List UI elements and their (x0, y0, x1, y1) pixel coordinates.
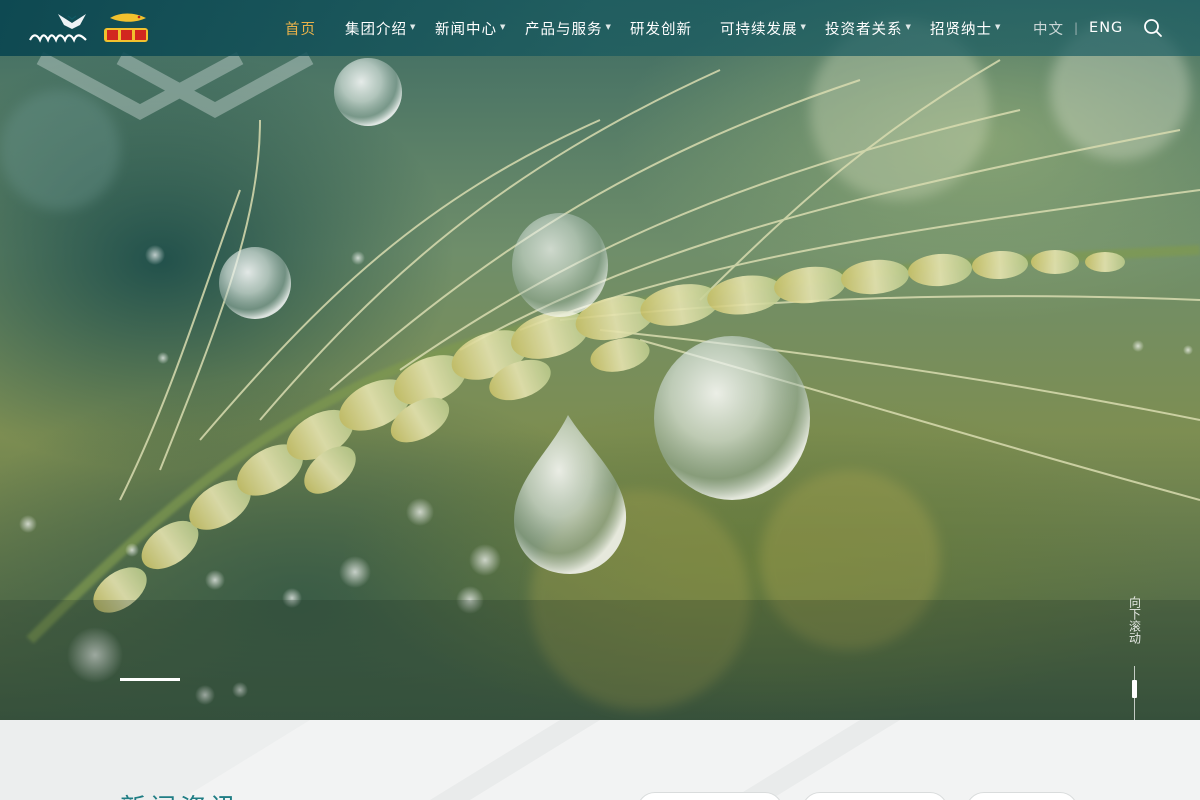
chevron-down-icon: ▼ (905, 23, 912, 31)
news-tab-1[interactable] (637, 792, 783, 800)
nav-item-group-intro[interactable]: 集团介绍 ▼ (345, 0, 435, 56)
chevron-down-icon: ▼ (995, 23, 1002, 31)
nav-item-investor-relations[interactable]: 投资者关系 ▼ (825, 0, 930, 56)
top-navbar: 首页 集团介绍 ▼ 新闻中心 ▼ 产品与服务 ▼ 研发创新 可持续发展 ▼ 投资… (0, 0, 1200, 56)
nav-item-label: 新闻中心 (435, 21, 497, 38)
hero-banner (0, 0, 1200, 720)
lang-separator: | (1074, 21, 1080, 35)
logo-icon (29, 13, 148, 43)
chevron-down-icon: ▼ (800, 23, 807, 31)
news-tab-2[interactable] (802, 792, 948, 800)
news-tab-3[interactable] (966, 792, 1078, 800)
search-button[interactable] (1143, 18, 1163, 38)
nav-item-sustainability[interactable]: 可持续发展 ▼ (720, 0, 825, 56)
main-nav: 首页 集团介绍 ▼ 新闻中心 ▼ 产品与服务 ▼ 研发创新 可持续发展 ▼ 投资… (285, 0, 1020, 56)
nav-item-label: 可持续发展 (720, 21, 798, 38)
brand-logo[interactable] (28, 10, 150, 46)
scroll-down-label: 向下滚动 (1127, 596, 1142, 644)
nav-item-label: 集团介绍 (345, 21, 407, 38)
nav-item-news-center[interactable]: 新闻中心 ▼ (435, 0, 525, 56)
nav-item-label: 投资者关系 (825, 21, 903, 38)
scroll-knob (1132, 680, 1137, 698)
hero-image-wheat (0, 20, 1200, 720)
language-switcher: 中文 | ENG (1033, 0, 1123, 56)
nav-item-home[interactable]: 首页 (285, 0, 345, 56)
nav-item-products-services[interactable]: 产品与服务 ▼ (525, 0, 630, 56)
news-section-title: 新闻资讯 (120, 788, 240, 800)
chevron-down-icon: ▼ (500, 23, 507, 31)
scroll-down-hint[interactable]: 向下滚动 (1126, 596, 1142, 720)
search-icon (1144, 19, 1162, 37)
nav-item-label: 研发创新 (630, 21, 692, 38)
nav-item-label: 首页 (285, 21, 316, 38)
carousel-dot-active[interactable] (120, 678, 180, 681)
lang-chinese-link[interactable]: 中文 (1033, 18, 1064, 39)
carousel-indicators (120, 678, 180, 681)
nav-item-careers[interactable]: 招贤纳士 ▼ (930, 0, 1020, 56)
chevron-down-icon: ▼ (410, 23, 417, 31)
news-section: 新闻资讯 (0, 720, 1200, 800)
nav-item-rnd[interactable]: 研发创新 (630, 0, 720, 56)
lang-english-link[interactable]: ENG (1089, 20, 1123, 36)
nav-item-label: 产品与服务 (525, 21, 603, 38)
nav-item-label: 招贤纳士 (930, 21, 992, 38)
chevron-down-icon: ▼ (605, 23, 612, 31)
